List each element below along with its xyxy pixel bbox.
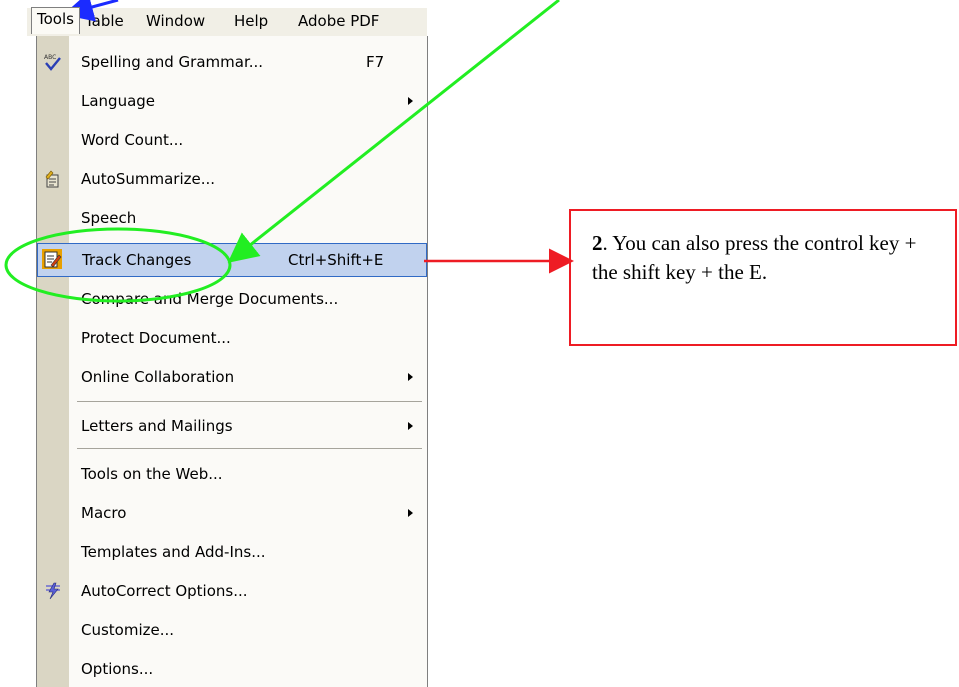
callout-body: . You can also press the control key + t…: [592, 231, 917, 284]
instruction-callout: 2. You can also press the control key + …: [569, 209, 957, 346]
menu-bar: Tools Table Window Help Adobe PDF: [27, 7, 427, 36]
menu-item-speech[interactable]: Speech: [37, 200, 427, 236]
menu-item-shortcut: F7: [366, 53, 385, 71]
menu-item-protect-document[interactable]: Protect Document...: [37, 320, 427, 356]
menu-adobe-pdf[interactable]: Adobe PDF: [298, 12, 379, 30]
svg-text:ABC: ABC: [44, 54, 56, 61]
menu-item-label: Speech: [81, 209, 137, 227]
menu-item-label: AutoSummarize...: [81, 170, 216, 188]
menu-item-label: Templates and Add-Ins...: [81, 543, 266, 561]
menu-item-label: Options...: [81, 660, 154, 678]
menu-item-label: Customize...: [81, 621, 175, 639]
menu-item-label: Compare and Merge Documents...: [81, 290, 339, 308]
menu-item-label: Word Count...: [81, 131, 184, 149]
menu-item-language[interactable]: Language: [37, 83, 427, 119]
menu-item-label: Online Collaboration: [81, 368, 235, 386]
spelling-abc-check-icon: ABC: [43, 52, 63, 72]
callout-text: 2. You can also press the control key + …: [592, 229, 942, 287]
menu-item-spelling-and-grammar[interactable]: ABC Spelling and Grammar... F7: [37, 44, 427, 80]
menu-item-label: Spelling and Grammar...: [81, 53, 264, 71]
menu-window[interactable]: Window: [146, 12, 205, 30]
menu-help[interactable]: Help: [234, 12, 268, 30]
menu-item-autosummarize[interactable]: AutoSummarize...: [37, 161, 427, 197]
menu-item-tools-on-the-web[interactable]: Tools on the Web...: [37, 456, 427, 492]
menu-item-autocorrect-options[interactable]: AutoCorrect Options...: [37, 573, 427, 609]
callout-step-number: 2: [592, 231, 603, 255]
submenu-arrow-icon: [408, 373, 413, 381]
menu-item-label: AutoCorrect Options...: [81, 582, 248, 600]
menu-table[interactable]: Table: [85, 12, 124, 30]
autosummarize-icon: [43, 169, 63, 189]
menu-item-shortcut: Ctrl+Shift+E: [288, 251, 384, 269]
menu-item-label: Macro: [81, 504, 127, 522]
menu-tools[interactable]: Tools: [31, 7, 80, 34]
tools-dropdown-menu: ABC Spelling and Grammar... F7 Language …: [36, 36, 428, 687]
autocorrect-lightning-icon: [43, 581, 63, 601]
menu-item-templates-and-add-ins[interactable]: Templates and Add-Ins...: [37, 534, 427, 570]
submenu-arrow-icon: [408, 422, 413, 430]
menu-item-word-count[interactable]: Word Count...: [37, 122, 427, 158]
menu-item-label: Tools on the Web...: [81, 465, 223, 483]
menu-separator: [77, 448, 422, 449]
menu-item-options[interactable]: Options...: [37, 651, 427, 687]
menu-item-compare-and-merge[interactable]: Compare and Merge Documents...: [37, 281, 427, 317]
track-changes-icon: [42, 249, 62, 269]
menu-separator: [77, 401, 422, 402]
submenu-arrow-icon: [408, 97, 413, 105]
menu-item-label: Protect Document...: [81, 329, 231, 347]
menu-item-online-collaboration[interactable]: Online Collaboration: [37, 359, 427, 395]
menu-item-label: Letters and Mailings: [81, 417, 233, 435]
menu-item-letters-and-mailings[interactable]: Letters and Mailings: [37, 408, 427, 444]
menu-item-track-changes[interactable]: Track Changes Ctrl+Shift+E: [37, 243, 427, 277]
menu-item-customize[interactable]: Customize...: [37, 612, 427, 648]
menu-item-label: Track Changes: [82, 251, 192, 269]
menu-item-macro[interactable]: Macro: [37, 495, 427, 531]
menu-item-label: Language: [81, 92, 156, 110]
submenu-arrow-icon: [408, 509, 413, 517]
